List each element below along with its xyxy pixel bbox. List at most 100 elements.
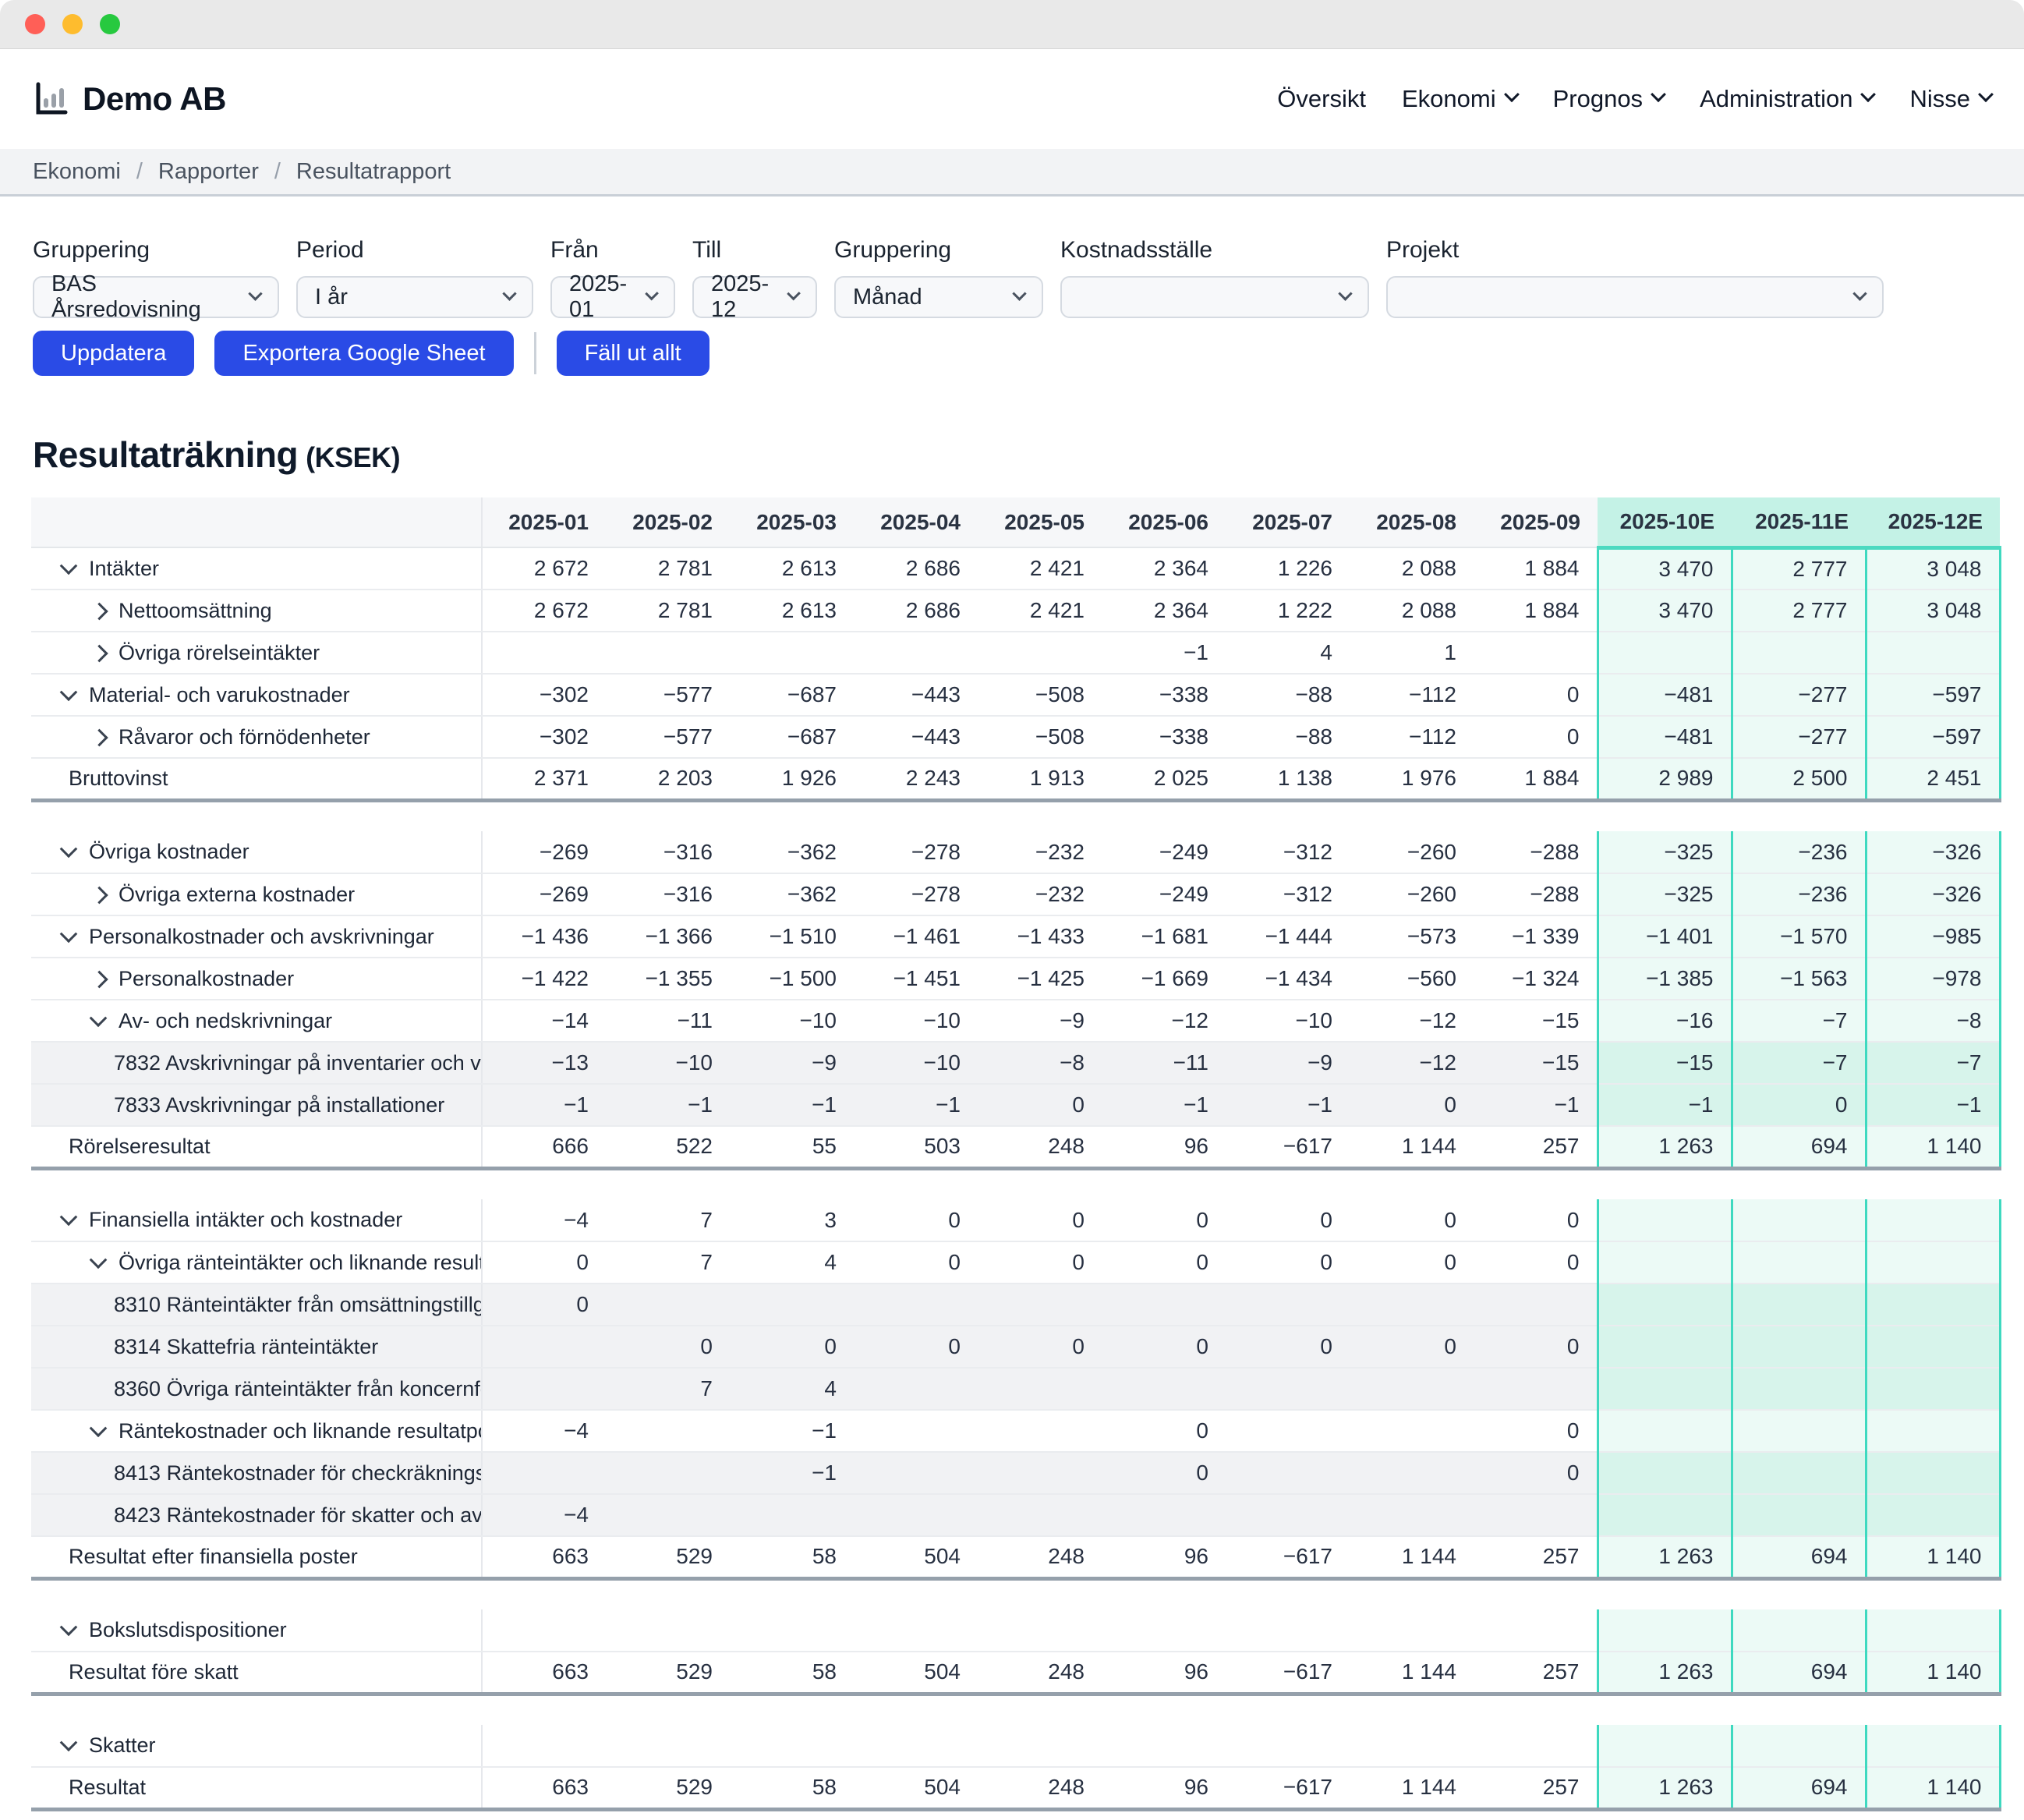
close-window-icon[interactable] xyxy=(25,14,45,34)
row-label-text: Rörelseresultat xyxy=(69,1135,211,1158)
cell: 0 xyxy=(1226,1326,1350,1368)
cell: 1 144 xyxy=(1350,1536,1474,1578)
cell xyxy=(1866,1199,2000,1241)
select-projekt-6[interactable] xyxy=(1386,276,1884,318)
cell xyxy=(1732,1199,1866,1241)
collapse-chevron-icon[interactable] xyxy=(60,1618,78,1636)
expand-chevron-icon[interactable] xyxy=(90,728,108,746)
expand-chevron-icon[interactable] xyxy=(90,970,108,988)
cell xyxy=(978,1368,1102,1410)
row-label: Resultat xyxy=(31,1767,482,1809)
column-header-2025-02: 2025-02 xyxy=(606,497,730,547)
table-row-8360-ovriga-ranteintakter-fran-koncernforetag: 8360 Övriga ränteintäkter från koncernfö… xyxy=(31,1368,2000,1410)
table-row-nettoomsattning: Nettoomsättning2 6722 7812 6132 6862 421… xyxy=(31,590,2000,632)
collapse-chevron-icon[interactable] xyxy=(90,1419,108,1437)
row-label-text: Finansiella intäkter och kostnader xyxy=(89,1208,402,1231)
column-header-2025-04: 2025-04 xyxy=(854,497,978,547)
expand-chevron-icon[interactable] xyxy=(90,602,108,620)
row-label: 7833 Avskrivningar på installationer xyxy=(31,1084,482,1126)
cell xyxy=(978,1725,1102,1767)
minimize-window-icon[interactable] xyxy=(62,14,83,34)
select-fran-2[interactable]: 2025-01 xyxy=(550,276,675,318)
nav-item-nisse[interactable]: Nisse xyxy=(1909,85,1991,113)
nav-item-ekonomi[interactable]: Ekonomi xyxy=(1402,85,1517,113)
cell xyxy=(1732,1452,1866,1494)
cell: −10 xyxy=(730,1000,854,1042)
table-row-resultat-efter-finansiella-poster: Resultat efter finansiella poster6635295… xyxy=(31,1536,2000,1578)
row-label: Bokslutsdispositioner xyxy=(31,1609,482,1652)
collapse-chevron-icon[interactable] xyxy=(60,1733,78,1751)
cell xyxy=(1598,1494,1732,1536)
cell xyxy=(1732,1326,1866,1368)
collapse-chevron-icon[interactable] xyxy=(90,1251,108,1269)
collapse-chevron-icon[interactable] xyxy=(60,1208,78,1226)
collapse-chevron-icon[interactable] xyxy=(60,840,78,858)
select-gruppering-4[interactable]: Månad xyxy=(834,276,1043,318)
cell: 2 364 xyxy=(1102,590,1226,632)
cell: −236 xyxy=(1732,831,1866,873)
collapse-chevron-icon[interactable] xyxy=(60,925,78,943)
nav-item-prognos[interactable]: Prognos xyxy=(1553,85,1664,113)
expand-chevron-icon[interactable] xyxy=(90,644,108,662)
select-value: I år xyxy=(315,285,348,310)
select-gruppering-0[interactable]: BAS Årsredovisning xyxy=(33,276,279,318)
row-label: Övriga externa kostnader xyxy=(31,873,482,915)
row-label: Skatter xyxy=(31,1725,482,1767)
cell: −617 xyxy=(1226,1652,1350,1694)
export-google-sheet-button[interactable]: Exportera Google Sheet xyxy=(214,331,513,376)
zoom-window-icon[interactable] xyxy=(100,14,120,34)
row-label: 8413 Räntekostnader för checkräkningskre… xyxy=(31,1452,482,1494)
cell: −7 xyxy=(1732,1000,1866,1042)
expand-chevron-icon[interactable] xyxy=(90,886,108,904)
breadcrumb-item-rapporter[interactable]: Rapporter xyxy=(158,159,259,185)
cell: 257 xyxy=(1474,1536,1598,1578)
cell xyxy=(1598,1368,1732,1410)
column-header-2025-01: 2025-01 xyxy=(482,497,606,547)
table-row-resultat: Resultat6635295850424896−6171 1442571 26… xyxy=(31,1767,2000,1809)
cell xyxy=(1226,1494,1350,1536)
select-till-3[interactable]: 2025-12 xyxy=(692,276,817,318)
collapse-chevron-icon[interactable] xyxy=(60,683,78,701)
cell: −985 xyxy=(1866,915,2000,958)
row-label: Resultat efter finansiella poster xyxy=(31,1536,482,1578)
row-label-text: Övriga ränteintäkter och liknande result… xyxy=(119,1251,482,1274)
app-logo[interactable]: Demo AB xyxy=(33,80,226,118)
column-header-2025-06: 2025-06 xyxy=(1102,497,1226,547)
cell: 1 140 xyxy=(1866,1767,2000,1809)
collapse-chevron-icon[interactable] xyxy=(90,1009,108,1027)
cell: −1 xyxy=(1102,1084,1226,1126)
cell: 503 xyxy=(854,1126,978,1168)
cell: 2 025 xyxy=(1102,758,1226,800)
expand-all-button[interactable]: Fäll ut allt xyxy=(557,331,709,376)
breadcrumb-item-ekonomi[interactable]: Ekonomi xyxy=(33,159,121,185)
cell: 96 xyxy=(1102,1767,1226,1809)
nav-item-oversikt[interactable]: Översikt xyxy=(1277,85,1366,113)
cell: −481 xyxy=(1598,674,1732,716)
collapse-chevron-icon[interactable] xyxy=(60,557,78,575)
cell xyxy=(1866,632,2000,674)
cell: 1 144 xyxy=(1350,1652,1474,1694)
breadcrumb-item-resultatrapport: Resultatrapport xyxy=(296,159,451,185)
column-header-2025-11e: 2025-11E xyxy=(1732,497,1866,547)
cell xyxy=(1102,1609,1226,1652)
table-row-8314-skattefria-ranteintakter: 8314 Skattefria ränteintäkter00000000 xyxy=(31,1326,2000,1368)
row-label: 7832 Avskrivningar på inventarier och ve… xyxy=(31,1042,482,1084)
nav-item-administration[interactable]: Administration xyxy=(1700,85,1874,113)
cell: −508 xyxy=(978,716,1102,758)
cell xyxy=(1866,1725,2000,1767)
select-kostnadsstalle-5[interactable] xyxy=(1060,276,1369,318)
update-button[interactable]: Uppdatera xyxy=(33,331,194,376)
row-label: Övriga rörelseintäkter xyxy=(31,632,482,674)
cell: −312 xyxy=(1226,831,1350,873)
cell: −326 xyxy=(1866,831,2000,873)
cell: 0 xyxy=(1350,1241,1474,1284)
cell: 0 xyxy=(1474,1452,1598,1494)
table-row-ovriga-rorelseintakter: Övriga rörelseintäkter−141 xyxy=(31,632,2000,674)
cell: −1 451 xyxy=(854,958,978,1000)
column-header-empty xyxy=(31,497,482,547)
row-label: Material- och varukostnader xyxy=(31,674,482,716)
row-label: Intäkter xyxy=(31,547,482,590)
cell: −1 xyxy=(1474,1084,1598,1126)
select-period-1[interactable]: I år xyxy=(296,276,533,318)
row-label-text: 8360 Övriga ränteintäkter från koncernfö… xyxy=(114,1377,482,1400)
